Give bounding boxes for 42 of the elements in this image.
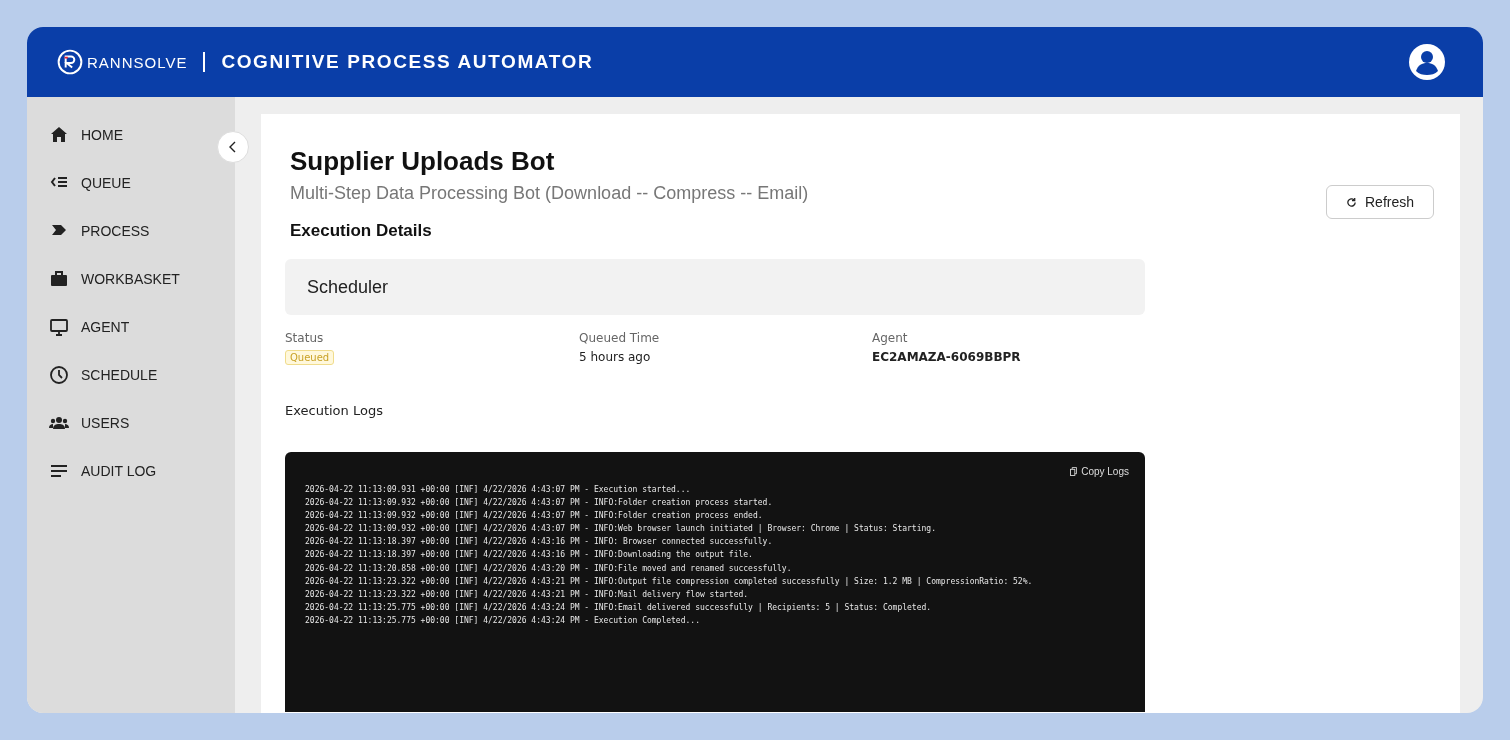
copy-logs-button[interactable]: Copy Logs [1070,466,1129,477]
log-line: 2026-04-22 11:13:18.397 +00:00 [INF] 4/22/2026 4:43:16 PM - INFO:Downloading the output file. [305,549,754,562]
nav-item[interactable]: AGENT [27,303,136,351]
refresh-icon [1346,196,1357,208]
home-icon [49,125,69,145]
field-label: Status [285,331,325,345]
copy-icon [1070,467,1078,476]
status-badge: Queued [285,350,335,365]
user-avatar-icon[interactable] [1409,44,1445,80]
nav-item[interactable]: SCHEDULE [27,351,164,399]
section-title: Execution Logs [285,403,384,418]
monitor-icon [49,317,69,337]
log-line: 2026-04-22 11:13:09.932 +00:00 [INF] 4/22/2026 4:43:07 PM - INFO:Folder creation process started. [305,497,774,510]
log-line: 2026-04-22 11:13:09.932 +00:00 [INF] 4/22/2026 4:43:07 PM - INFO:Folder creation process ended. [305,510,764,523]
nav-item[interactable]: PROCESS [27,207,156,255]
page-title: Supplier Uploads Bot [290,146,556,177]
field-label: Queued Time [579,331,661,345]
log-line: 2026-04-22 11:13:09.931 +00:00 [INF] 4/22/2026 4:43:07 PM - Execution started... [305,484,692,496]
clock-icon [49,365,69,385]
nav-item[interactable]: USERS [27,399,136,447]
nav-item[interactable]: WORKBASKET [27,255,186,303]
log-line: 2026-04-22 11:13:23.322 +00:00 [INF] 4/22/2026 4:43:21 PM - INFO:Output file compression completed successfully | Size: 1.2 MB | CompressionRatio: 52%. [305,575,1034,588]
log-line: 2026-04-22 11:13:20.858 +00:00 [INF] 4/22/2026 4:43:20 PM - INFO:File moved and renamed successfully. [305,562,793,575]
section-title: Execution Details [290,221,433,241]
brand-name: RANNSOLVE [87,53,188,71]
trigger-panel: Scheduler [285,259,1145,315]
nav-item[interactable]: HOME [27,111,129,159]
nav-item[interactable]: QUEUE [27,159,137,207]
app-title: COGNITIVE PROCESS AUTOMATOR [221,51,594,73]
page-subtitle: Multi-Step Data Processing Bot (Download -- Compress -- Email) [290,183,809,204]
log-line: 2026-04-22 11:13:18.397 +00:00 [INF] 4/22/2026 4:43:16 PM - INFO: Browser connected successfully. [305,536,774,549]
field-value: 5 hours ago [579,350,651,364]
refresh-button[interactable]: Refresh [1326,185,1434,219]
log-line: 2026-04-22 11:13:09.932 +00:00 [INF] 4/22/2026 4:43:07 PM - INFO:Web browser launch initiated | Browser: Chrome | Status: Starting. [305,523,937,536]
field-value: EC2AMAZA-6069BBPR [872,350,1021,364]
log-line: 2026-04-22 11:13:23.322 +00:00 [INF] 4/22/2026 4:43:21 PM - INFO:Mail delivery flow started. [305,588,750,601]
log-line: 2026-04-22 11:13:25.775 +00:00 [INF] 4/22/2026 4:43:24 PM - Execution Completed... [305,614,701,627]
nav-item[interactable]: AUDIT LOG [27,447,163,495]
briefcase-icon [49,269,69,289]
logo-icon [57,49,83,75]
log-line: 2026-04-22 11:13:25.775 +00:00 [INF] 4/22/2026 4:43:24 PM - INFO:Email delivered successfully | Recipients: 5 | Status: Completed. [305,601,933,614]
field-label: Agent [872,331,909,345]
